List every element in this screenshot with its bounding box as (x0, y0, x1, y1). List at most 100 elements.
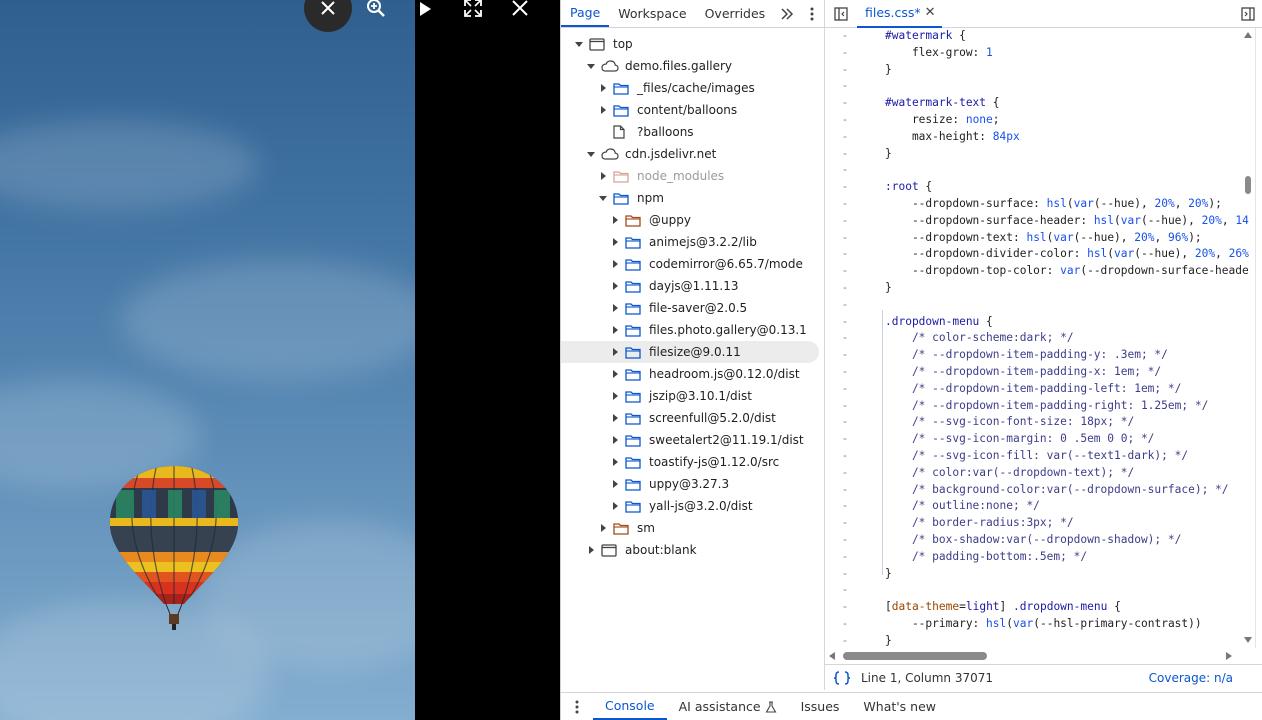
gutter-marker[interactable]: - (825, 280, 865, 297)
tree-item[interactable]: about:blank (561, 539, 824, 561)
triangle-down-icon[interactable] (585, 60, 597, 72)
tab-overrides[interactable]: Overrides (696, 0, 775, 27)
tree-item[interactable]: node_modules (561, 165, 824, 187)
horizontal-scrollbar[interactable] (825, 648, 1255, 664)
gutter-marker[interactable]: - (825, 330, 865, 347)
gutter-marker[interactable]: - (825, 549, 865, 566)
tree-item[interactable]: uppy@3.27.3 (561, 473, 824, 495)
triangle-right-icon[interactable] (609, 324, 621, 336)
tree-item[interactable]: dayjs@1.11.13 (561, 275, 824, 297)
gutter-marker[interactable]: - (825, 398, 865, 415)
tree-item[interactable]: ?balloons (561, 121, 824, 143)
triangle-right-icon[interactable] (597, 522, 609, 534)
triangle-right-icon[interactable] (609, 478, 621, 490)
gutter-marker[interactable]: - (825, 347, 865, 364)
code-editor[interactable]: - #watermark {- flex-grow: 1-} - - #watermar… (825, 28, 1255, 648)
zoom-in-button[interactable] (362, 0, 390, 20)
tree-item[interactable]: toastify-js@1.12.0/src (561, 451, 824, 473)
triangle-down-icon[interactable] (573, 38, 585, 50)
toggle-navigator-button[interactable] (825, 6, 857, 21)
gutter-marker[interactable]: - (825, 482, 865, 499)
tree-item[interactable]: sweetalert2@11.19.1/dist (561, 429, 824, 451)
close-viewer-button[interactable] (304, 0, 352, 32)
toggle-debugger-button[interactable] (1233, 6, 1262, 21)
triangle-right-icon[interactable] (597, 170, 609, 182)
tree-item[interactable]: sm (561, 517, 824, 539)
gutter-marker[interactable]: - (825, 129, 865, 146)
gutter-marker[interactable]: - (825, 146, 865, 163)
triangle-right-icon[interactable] (609, 302, 621, 314)
triangle-right-icon[interactable] (609, 346, 621, 358)
tab-workspace[interactable]: Workspace (609, 0, 695, 27)
close-tab-icon[interactable]: ✕ (925, 5, 936, 20)
gutter-marker[interactable]: - (825, 414, 865, 431)
gutter-marker[interactable]: - (825, 213, 865, 230)
triangle-right-icon[interactable] (609, 456, 621, 468)
tree-item[interactable]: file-saver@2.0.5 (561, 297, 824, 319)
gutter-marker[interactable]: - (825, 263, 865, 280)
gutter-marker[interactable]: - (825, 246, 865, 263)
triangle-right-icon[interactable] (609, 412, 621, 424)
tree-item[interactable]: files.photo.gallery@0.13.1 (561, 319, 824, 341)
gutter-marker[interactable]: - (825, 45, 865, 62)
tab-ai-assistance[interactable]: AI assistance (667, 693, 789, 720)
triangle-right-icon[interactable] (609, 390, 621, 402)
gutter-marker[interactable]: - (825, 364, 865, 381)
gutter-marker[interactable]: - (825, 112, 865, 129)
coverage-status[interactable]: Coverage: n/a (1149, 671, 1233, 685)
gutter-marker[interactable]: - (825, 314, 865, 331)
triangle-right-icon[interactable] (609, 258, 621, 270)
tree-item[interactable]: screenfull@5.2.0/dist (561, 407, 824, 429)
gutter-marker[interactable]: - (825, 498, 865, 515)
gutter-marker[interactable]: - (825, 196, 865, 213)
tree-item[interactable]: jszip@3.10.1/dist (561, 385, 824, 407)
pretty-print-button[interactable] (833, 670, 851, 685)
fullscreen-button[interactable] (459, 0, 487, 20)
tree-item[interactable]: @uppy (561, 209, 824, 231)
triangle-right-icon[interactable] (609, 214, 621, 226)
gutter-marker[interactable]: - (825, 381, 865, 398)
gutter-marker[interactable]: - (825, 78, 865, 95)
tree-item[interactable]: codemirror@6.65.7/mode (561, 253, 824, 275)
gutter-marker[interactable]: - (825, 566, 865, 583)
triangle-right-icon[interactable] (609, 368, 621, 380)
gutter-marker[interactable]: - (825, 448, 865, 465)
tab-page[interactable]: Page (561, 0, 610, 27)
drawer-menu-button[interactable] (561, 693, 593, 720)
gutter-marker[interactable]: - (825, 633, 865, 648)
vertical-scrollbar[interactable] (1241, 28, 1255, 648)
gutter-marker[interactable]: - (825, 230, 865, 247)
gutter-marker[interactable]: - (825, 162, 865, 179)
gutter-marker[interactable]: - (825, 28, 865, 45)
tree-item[interactable]: headroom.js@0.12.0/dist (561, 363, 824, 385)
tree-item[interactable]: animejs@3.2.2/lib (561, 231, 824, 253)
gutter-marker[interactable]: - (825, 532, 865, 549)
gutter-marker[interactable]: - (825, 62, 865, 79)
triangle-right-icon[interactable] (597, 82, 609, 94)
tab-issues[interactable]: Issues (789, 693, 852, 720)
tree-item[interactable]: yall-js@3.2.0/dist (561, 495, 824, 517)
triangle-right-icon[interactable] (609, 434, 621, 446)
tree-item[interactable]: top (561, 33, 824, 55)
tree-item[interactable]: demo.files.gallery (561, 55, 824, 77)
gutter-marker[interactable]: - (825, 95, 865, 112)
tree-item[interactable]: filesize@9.0.11 (561, 341, 819, 363)
more-tabs-button[interactable] (774, 0, 799, 27)
tab-whats-new[interactable]: What's new (851, 693, 948, 720)
tree-item[interactable]: _files/cache/images (561, 77, 824, 99)
triangle-right-icon[interactable] (609, 280, 621, 292)
triangle-right-icon[interactable] (597, 104, 609, 116)
triangle-right-icon[interactable] (609, 236, 621, 248)
play-button[interactable] (415, 0, 435, 20)
gutter-marker[interactable]: - (825, 582, 865, 599)
file-tab-files-css[interactable]: files.css* ✕ (857, 0, 942, 28)
triangle-down-icon[interactable] (597, 192, 609, 204)
gutter-marker[interactable]: - (825, 616, 865, 633)
gutter-marker[interactable]: - (825, 297, 865, 314)
close-button[interactable] (507, 0, 533, 20)
tree-item[interactable]: cdn.jsdelivr.net (561, 143, 824, 165)
gutter-marker[interactable]: - (825, 465, 865, 482)
photo-viewer[interactable] (0, 0, 415, 720)
gutter-marker[interactable]: - (825, 515, 865, 532)
triangle-down-icon[interactable] (585, 148, 597, 160)
